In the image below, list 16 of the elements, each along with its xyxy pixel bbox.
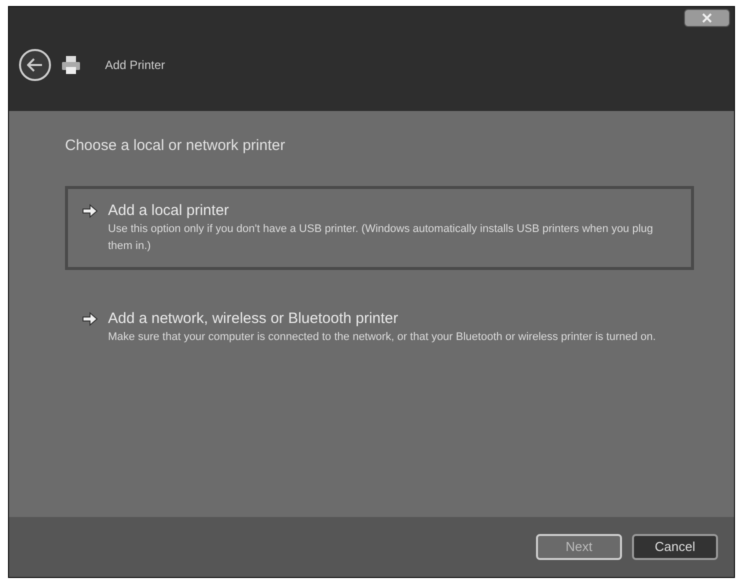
close-icon <box>702 13 712 23</box>
back-arrow-icon <box>27 58 43 72</box>
option-description: Make sure that your computer is connected to the network, or that your Bluetooth or wireless printer is turned on. <box>108 330 656 344</box>
page-heading: Choose a local or network printer <box>65 136 286 156</box>
option-link[interactable]: Add a network, wireless or Bluetooth printer Make sure that your computer is connected to the network, or that your Bluetooth or wireless printer is turned on. <box>65 294 694 360</box>
arrow-icon <box>82 204 98 218</box>
option-title: Add a network, wireless or Bluetooth printer <box>108 308 400 328</box>
option-title: Add a local printer <box>108 200 230 220</box>
close-button[interactable] <box>684 9 730 27</box>
printer-icon <box>61 55 81 75</box>
arrow-icon <box>82 312 98 326</box>
option-description: Use this option only if you don't have a USB printer. (Windows automatically installs USB printers when you plug them in.) <box>108 222 654 254</box>
option-link[interactable]: Add a local printer Use this option only if you don't have a USB printer. (Windows automatically installs USB printers when you plug them in.) <box>65 186 694 270</box>
dialog-button[interactable]: Cancel <box>632 534 718 560</box>
window-title: Add Printer <box>105 57 166 74</box>
back-button[interactable] <box>19 49 51 81</box>
